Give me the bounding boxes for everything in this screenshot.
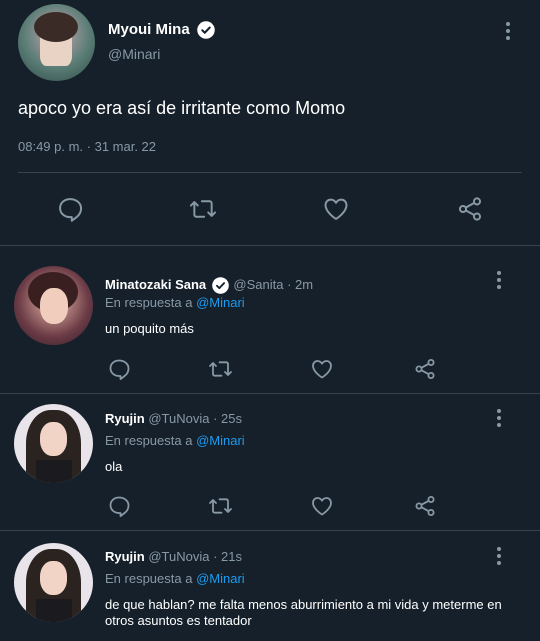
reply-context-prefix: En respuesta a [105,433,193,448]
verified-icon [196,20,216,40]
retweet-icon[interactable] [207,494,234,518]
reply-text: de que hablan? me falta menos aburrimien… [105,597,502,628]
avatar[interactable] [14,404,93,483]
verified-icon [211,276,230,295]
reply-to-link[interactable]: @Minari [196,295,245,310]
reply-context-prefix: En respuesta a [105,571,193,586]
reply-text: ola [105,459,123,474]
divider [0,245,540,246]
display-name[interactable]: Minatozaki Sana [105,277,206,292]
more-icon[interactable] [505,22,511,43]
reply-context: En respuesta a @Minari [105,433,245,448]
reply-icon[interactable] [107,357,131,381]
reply-context: En respuesta a @Minari [105,571,245,586]
reply-to-link[interactable]: @Minari [196,571,245,586]
reply-icon[interactable] [107,494,131,518]
reply-context: En respuesta a @Minari [105,295,245,310]
reply-text: un poquito más [105,321,194,336]
author-handle[interactable]: @Minari [108,46,160,62]
tweet-text: apoco yo era así de irritante como Momo [18,98,346,118]
reply-time: · 21s [213,549,243,564]
author-name-row: Myoui Mina [108,20,216,40]
retweet-icon[interactable] [188,195,218,223]
display-name[interactable]: Ryujin [105,549,145,564]
reply-time: · 2m [287,276,314,292]
reply-header: Minatozaki Sana @Sanita · 2m [105,276,313,295]
retweet-icon[interactable] [207,357,234,381]
share-icon[interactable] [412,494,438,518]
more-icon[interactable] [496,409,502,430]
display-name[interactable]: Ryujin [105,411,145,426]
avatar[interactable] [18,4,95,81]
reply-context-prefix: En respuesta a [105,295,193,310]
reply-to-link[interactable]: @Minari [196,433,245,448]
divider [0,393,540,394]
reply-time: · 25s [213,411,243,426]
like-icon[interactable] [310,357,334,381]
avatar[interactable] [14,543,93,622]
reply-icon[interactable] [56,195,84,223]
reply-header: Ryujin @TuNovia · 21s [105,549,242,564]
more-icon[interactable] [496,271,502,292]
tweet-timestamp[interactable]: 08:49 p. m. · 31 mar. 22 [18,139,156,154]
divider [0,530,540,531]
author-handle[interactable]: @Sanita [233,277,283,292]
like-icon[interactable] [310,494,334,518]
author-handle[interactable]: @TuNovia [148,411,209,426]
author-handle[interactable]: @TuNovia [148,549,209,564]
more-icon[interactable] [496,547,502,568]
display-name[interactable]: Myoui Mina [108,21,190,38]
share-icon[interactable] [455,195,485,223]
like-icon[interactable] [322,195,350,223]
divider [18,172,522,173]
share-icon[interactable] [412,357,438,381]
avatar[interactable] [14,266,93,345]
reply-header: Ryujin @TuNovia · 25s [105,411,242,426]
